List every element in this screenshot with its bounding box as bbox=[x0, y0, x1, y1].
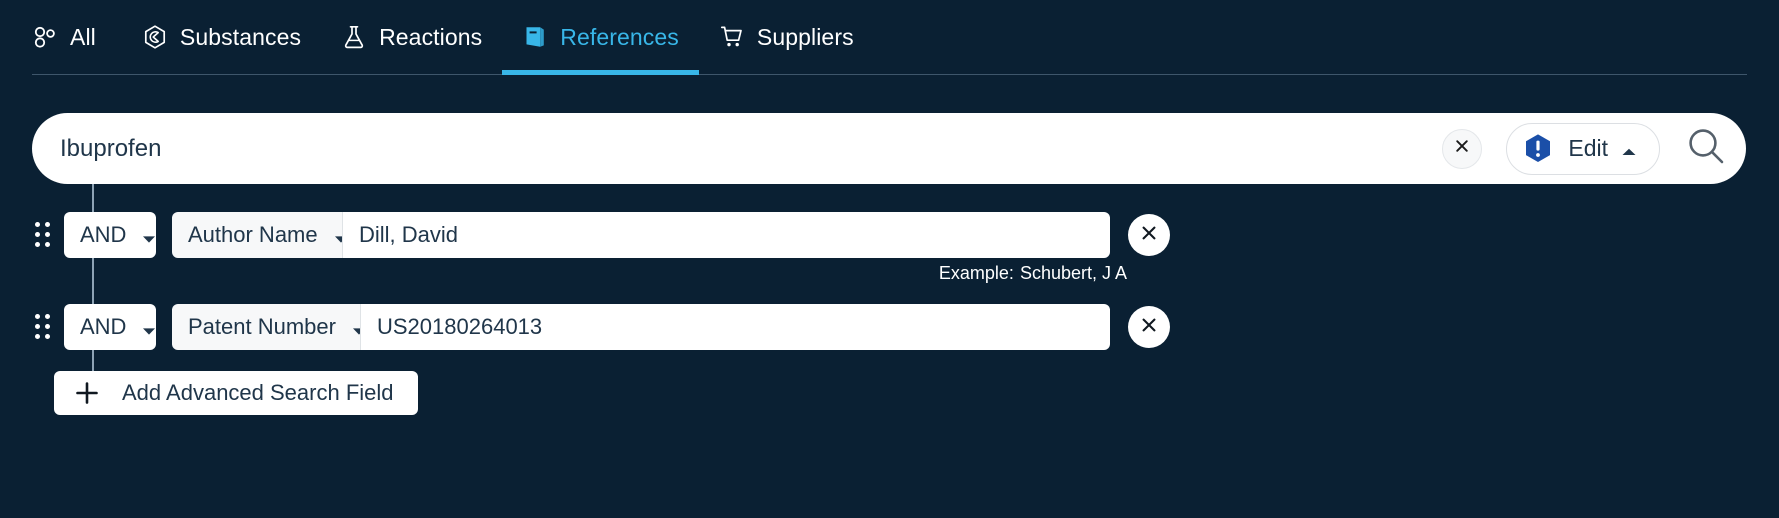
search-input[interactable] bbox=[60, 134, 1443, 163]
remove-row-button-2[interactable] bbox=[1128, 306, 1170, 348]
remove-row-button-1[interactable] bbox=[1128, 214, 1170, 256]
chevron-down-icon bbox=[142, 231, 156, 243]
field-select-2-value: Patent Number bbox=[188, 314, 336, 339]
operator-select-1-value: AND bbox=[80, 222, 127, 247]
field-value-input-1[interactable] bbox=[342, 212, 1110, 258]
example-hint-1: Example: Schubert, J A bbox=[0, 263, 1127, 284]
add-advanced-search-field-label: Add Advanced Search Field bbox=[122, 380, 394, 405]
plus-icon bbox=[74, 380, 100, 406]
advanced-search-row: AND Patent Number bbox=[30, 304, 1170, 350]
close-icon bbox=[1452, 136, 1472, 161]
nodes-icon bbox=[32, 24, 58, 50]
tab-suppliers[interactable]: Suppliers bbox=[699, 0, 874, 74]
drag-handle-icon[interactable] bbox=[30, 212, 56, 258]
field-select-1[interactable]: Author Name bbox=[172, 212, 347, 258]
add-advanced-search-field-button[interactable]: Add Advanced Search Field bbox=[54, 371, 418, 415]
book-icon bbox=[522, 24, 548, 50]
example-hint-label: Example: bbox=[938, 263, 1014, 283]
search-icon bbox=[1684, 124, 1728, 173]
tab-reactions[interactable]: Reactions bbox=[321, 0, 502, 74]
primary-tab-bar: All Substances Reactions References Supp… bbox=[32, 0, 1747, 75]
close-icon bbox=[1138, 314, 1160, 341]
tab-reactions-label: Reactions bbox=[379, 23, 483, 50]
clear-search-button[interactable] bbox=[1442, 128, 1483, 169]
hexagon-exclamation-icon bbox=[1521, 132, 1555, 166]
tab-references-label: References bbox=[560, 23, 679, 50]
search-bar: Edit bbox=[32, 113, 1746, 184]
field-select-1-value: Author Name bbox=[188, 222, 318, 247]
drag-handle-icon[interactable] bbox=[30, 304, 56, 350]
operator-select-1[interactable]: AND bbox=[64, 212, 156, 258]
example-hint-value: Schubert, J A bbox=[1019, 263, 1127, 283]
advanced-search-page: All Substances Reactions References Supp… bbox=[0, 0, 1779, 518]
tab-substances[interactable]: Substances bbox=[122, 0, 321, 74]
tab-references[interactable]: References bbox=[502, 0, 699, 75]
field-select-2[interactable]: Patent Number bbox=[172, 304, 365, 350]
field-value-input-2[interactable] bbox=[360, 304, 1110, 350]
edit-button-label: Edit bbox=[1568, 135, 1608, 161]
tab-all-label: All bbox=[70, 23, 96, 50]
tab-suppliers-label: Suppliers bbox=[756, 23, 854, 50]
edit-button[interactable]: Edit bbox=[1506, 122, 1660, 175]
tab-substances-label: Substances bbox=[179, 23, 302, 50]
advanced-search-row: AND Author Name bbox=[30, 212, 1170, 258]
close-icon bbox=[1138, 222, 1160, 249]
chevron-up-icon bbox=[1621, 144, 1637, 155]
chevron-down-icon bbox=[142, 323, 156, 335]
flask-icon bbox=[341, 24, 367, 50]
search-submit-button[interactable] bbox=[1678, 121, 1734, 177]
operator-select-2[interactable]: AND bbox=[64, 304, 156, 350]
hexagon-molecule-icon bbox=[142, 24, 168, 50]
tab-all[interactable]: All bbox=[32, 0, 122, 74]
operator-select-2-value: AND bbox=[80, 314, 127, 339]
shopping-cart-icon bbox=[719, 24, 745, 50]
